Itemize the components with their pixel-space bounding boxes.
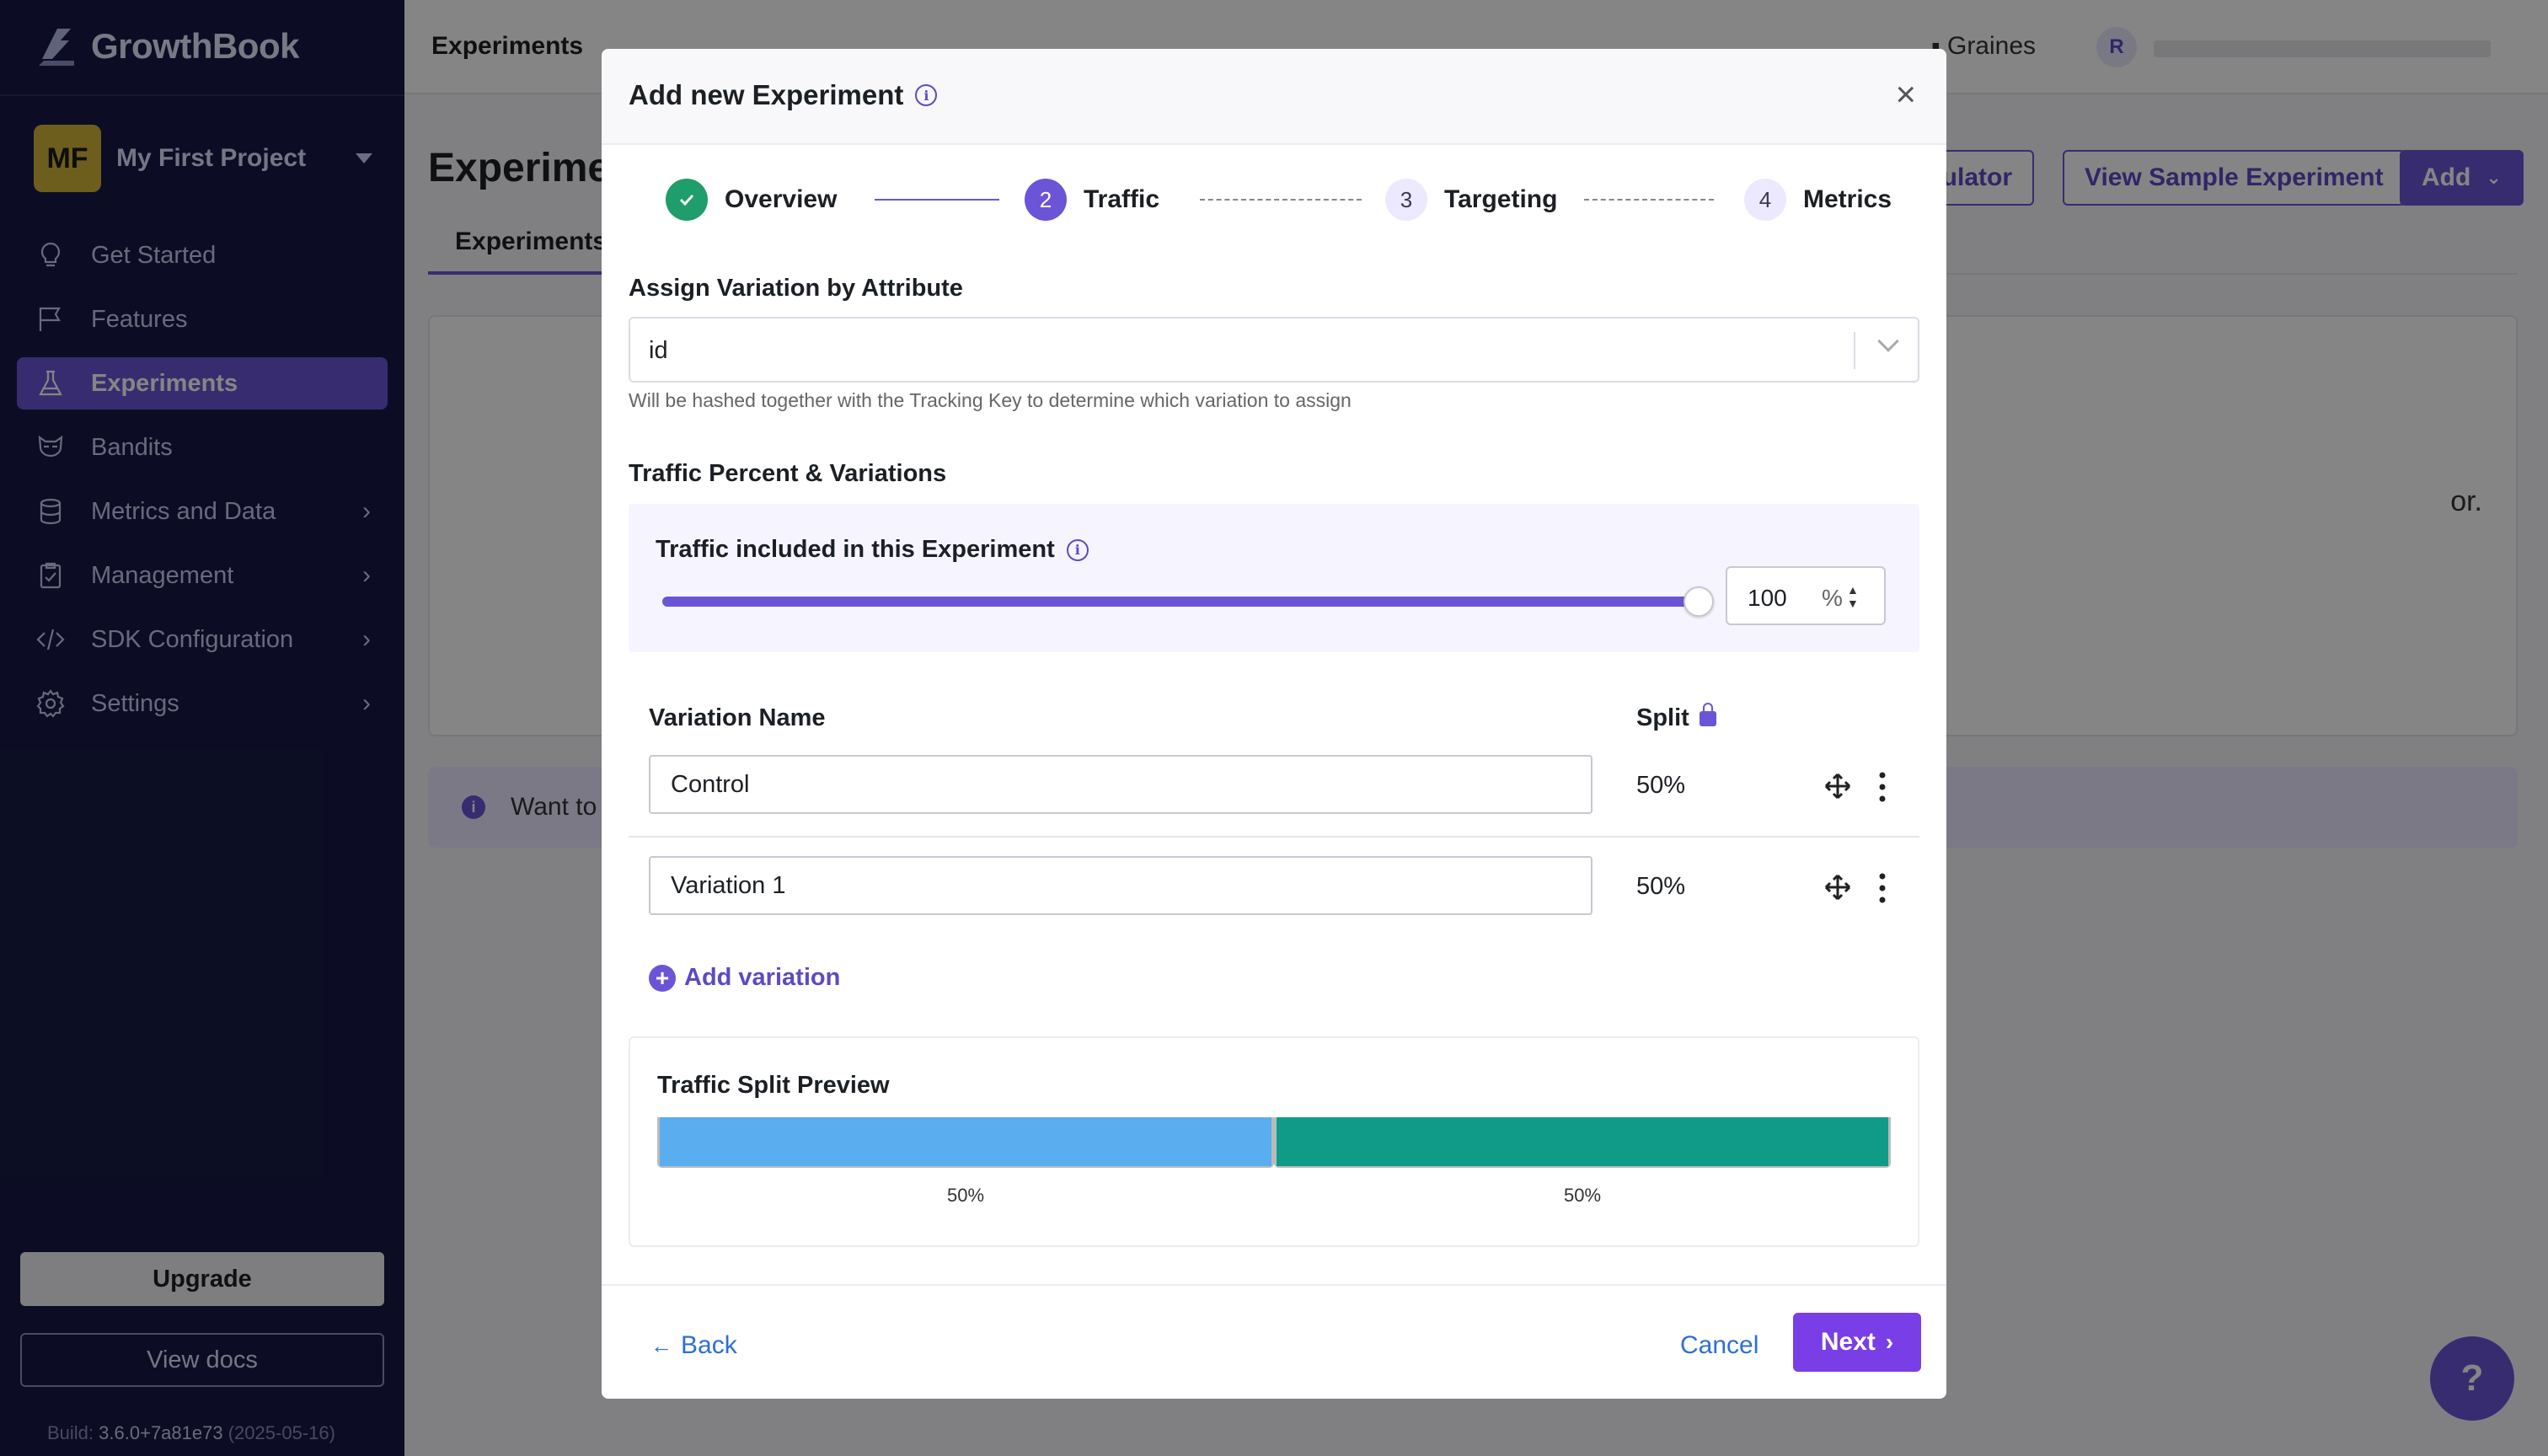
wizard-stepper: Overview 2 Traffic 3 Targeting 4 Metrics bbox=[666, 179, 1913, 221]
close-icon[interactable]: × bbox=[1895, 74, 1916, 115]
select-value: id bbox=[649, 337, 668, 364]
back-button[interactable]: ← Back bbox=[650, 1331, 737, 1360]
step-overview[interactable]: Overview bbox=[666, 179, 837, 221]
split-segment-fill bbox=[1277, 1117, 1888, 1166]
next-label: Next bbox=[1820, 1328, 1876, 1356]
back-label: Back bbox=[681, 1331, 737, 1359]
step-number: 4 bbox=[1744, 179, 1786, 221]
add-variation-button[interactable]: + Add variation bbox=[649, 964, 840, 992]
step-connector bbox=[1584, 199, 1714, 201]
chevron-right-icon: › bbox=[1885, 1329, 1894, 1355]
split-header-text: Split bbox=[1636, 704, 1689, 731]
modal-title-text: Add new Experiment bbox=[629, 79, 904, 110]
info-icon[interactable]: i bbox=[915, 84, 938, 106]
step-targeting[interactable]: 3 Targeting bbox=[1385, 179, 1557, 221]
split-segment-label: 50% bbox=[1563, 1185, 1602, 1206]
select-separator bbox=[1854, 332, 1855, 369]
assign-attribute-select[interactable]: id bbox=[629, 317, 1919, 383]
step-label: Metrics bbox=[1803, 185, 1892, 213]
chevron-down-icon bbox=[1877, 330, 1899, 352]
info-icon[interactable]: i bbox=[1066, 538, 1089, 561]
split-header: Split bbox=[1636, 703, 1716, 732]
row-divider bbox=[629, 836, 1919, 838]
percent-unit: % bbox=[1822, 585, 1843, 611]
arrow-left-icon: ← bbox=[650, 1332, 672, 1358]
traffic-split-preview: Traffic Split Preview 50% 50% bbox=[629, 1036, 1919, 1247]
traffic-percent-value: 100 bbox=[1748, 585, 1787, 611]
step-connector bbox=[1200, 199, 1362, 201]
step-connector bbox=[875, 199, 999, 201]
drag-move-icon[interactable] bbox=[1823, 772, 1852, 800]
spinner-icon[interactable]: ▲ ▼ bbox=[1847, 583, 1859, 610]
step-number: 3 bbox=[1385, 179, 1427, 221]
traffic-coverage-panel: Traffic included in this Experiment i 10… bbox=[629, 504, 1919, 652]
checkmark-icon bbox=[666, 179, 708, 221]
modal-header: Add new Experiment i × bbox=[602, 49, 1946, 145]
traffic-included-label: Traffic included in this Experiment i bbox=[656, 536, 1089, 564]
traffic-included-text: Traffic included in this Experiment bbox=[656, 536, 1055, 563]
variation-name-input[interactable]: Variation 1 bbox=[649, 856, 1592, 915]
assign-attribute-help: Will be hashed together with the Trackin… bbox=[629, 389, 1352, 411]
more-options-icon[interactable] bbox=[1874, 770, 1891, 804]
lock-icon[interactable] bbox=[1699, 703, 1716, 727]
step-label: Targeting bbox=[1444, 185, 1558, 213]
step-label: Traffic bbox=[1084, 185, 1160, 213]
traffic-slider-track[interactable] bbox=[662, 597, 1697, 607]
preview-title: Traffic Split Preview bbox=[657, 1072, 890, 1099]
split-segment: 50% bbox=[1274, 1117, 1891, 1206]
drag-move-icon[interactable] bbox=[1823, 873, 1852, 902]
cancel-button[interactable]: Cancel bbox=[1680, 1331, 1758, 1360]
step-traffic[interactable]: 2 Traffic bbox=[1025, 179, 1159, 221]
step-number: 2 bbox=[1025, 179, 1067, 221]
variation-name-header: Variation Name bbox=[649, 704, 826, 731]
more-options-icon[interactable] bbox=[1874, 871, 1891, 905]
traffic-slider-handle[interactable] bbox=[1684, 586, 1714, 617]
add-experiment-modal: Add new Experiment i × Overview 2 Traffi… bbox=[602, 49, 1946, 1399]
split-preview-bar: 50% 50% bbox=[657, 1117, 1891, 1206]
variation-split: 50% bbox=[1636, 873, 1686, 900]
variation-split: 50% bbox=[1636, 772, 1686, 799]
split-segment: 50% bbox=[657, 1117, 1274, 1206]
next-button[interactable]: Next › bbox=[1793, 1313, 1921, 1372]
plus-circle-icon: + bbox=[649, 964, 676, 992]
step-metrics[interactable]: 4 Metrics bbox=[1744, 179, 1892, 221]
modal-title: Add new Experiment i bbox=[629, 79, 938, 111]
footer-divider bbox=[602, 1284, 1946, 1286]
traffic-section-label: Traffic Percent & Variations bbox=[629, 460, 947, 487]
split-segment-fill bbox=[660, 1117, 1271, 1166]
step-label: Overview bbox=[725, 185, 838, 213]
assign-attribute-label: Assign Variation by Attribute bbox=[629, 275, 963, 302]
variation-name-input[interactable]: Control bbox=[649, 755, 1592, 814]
split-segment-label: 50% bbox=[946, 1185, 985, 1206]
add-variation-label: Add variation bbox=[684, 964, 841, 991]
traffic-percent-input[interactable]: 100 % ▲ ▼ bbox=[1726, 566, 1886, 625]
